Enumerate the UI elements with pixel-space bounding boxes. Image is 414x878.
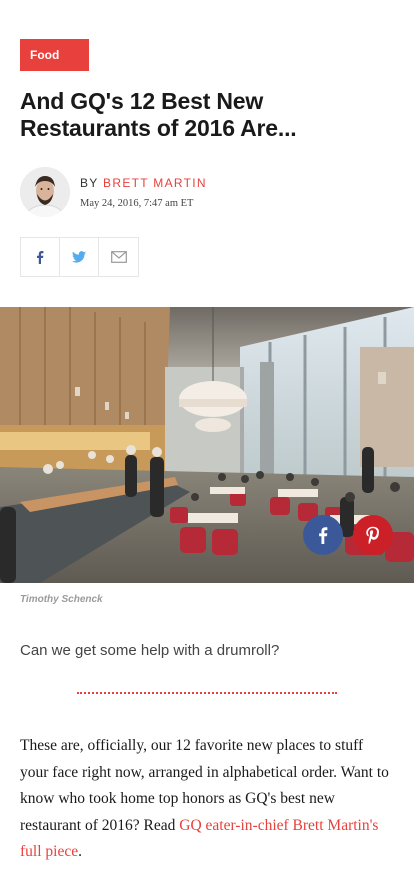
publish-date: May 24, 2016, 7:47 am ET xyxy=(80,198,194,209)
share-facebook-button[interactable] xyxy=(21,238,60,276)
photo-credit: Timothy Schenck xyxy=(20,594,103,605)
image-share-pinterest-button[interactable] xyxy=(353,515,393,555)
body-end: . xyxy=(78,843,82,860)
byline-prefix: BY xyxy=(80,176,99,190)
facebook-icon xyxy=(37,251,44,264)
twitter-icon xyxy=(72,251,86,263)
share-bar xyxy=(20,237,139,277)
hero-image xyxy=(0,307,414,583)
image-share-facebook-button[interactable] xyxy=(303,515,343,555)
facebook-icon xyxy=(319,527,328,544)
body-paragraph: These are, officially, our 12 favorite n… xyxy=(20,733,390,866)
author-link[interactable]: BRETT MARTIN xyxy=(103,176,207,190)
author-avatar[interactable] xyxy=(20,167,70,217)
section-divider xyxy=(77,692,337,694)
restaurant-interior-photo xyxy=(0,307,414,583)
category-tag[interactable]: Food xyxy=(20,39,89,71)
article-dek: Can we get some help with a drumroll? xyxy=(20,642,280,659)
author-portrait xyxy=(20,167,70,217)
share-twitter-button[interactable] xyxy=(60,238,99,276)
article-headline: And GQ's 12 Best New Restaurants of 2016… xyxy=(20,88,297,141)
pinterest-icon xyxy=(366,526,379,544)
byline: BY BRETT MARTIN xyxy=(80,176,207,190)
share-email-button[interactable] xyxy=(99,238,138,276)
mail-icon xyxy=(110,251,127,263)
